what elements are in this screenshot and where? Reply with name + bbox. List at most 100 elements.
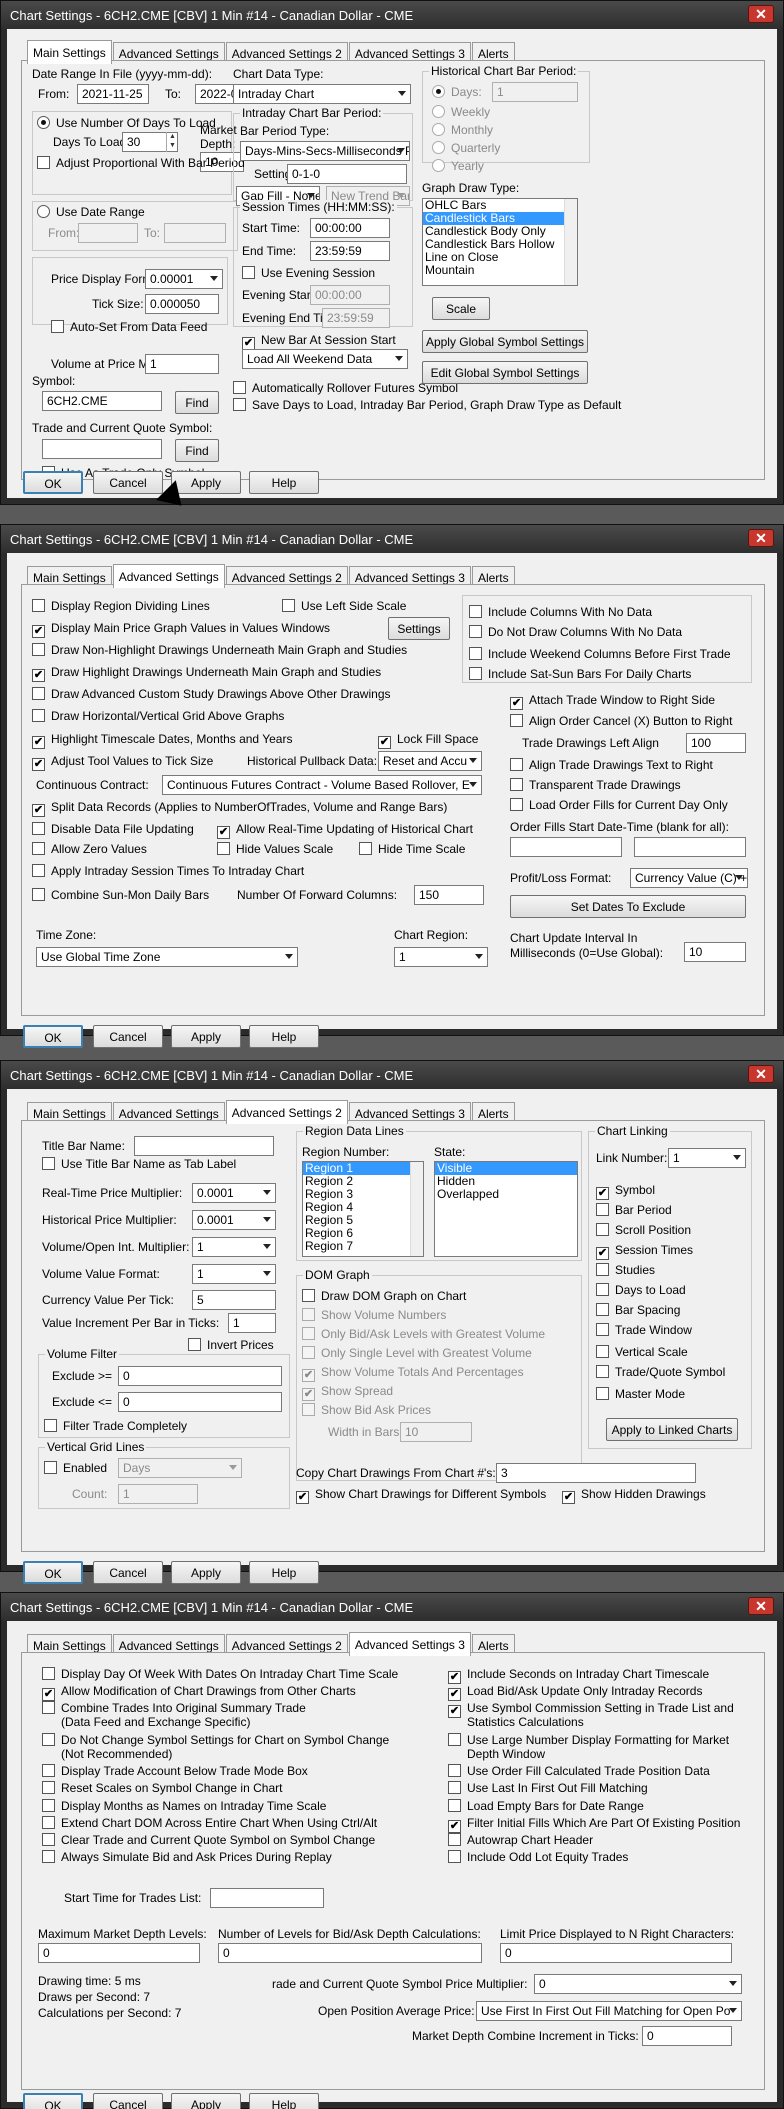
hist-monthly-radio[interactable]: Monthly xyxy=(432,123,493,137)
width-in-bars-input[interactable]: 10 xyxy=(400,1422,472,1442)
adv3-check-autowrap-header[interactable]: Autowrap Chart Header xyxy=(448,1833,593,1847)
allow-zero-checkbox[interactable]: Allow Zero Values xyxy=(32,842,147,856)
vgrid-unit-select[interactable]: Days xyxy=(118,1458,242,1478)
trade-left-align-input[interactable]: 100 xyxy=(686,733,746,753)
link-days-to-load-checkbox[interactable]: Days to Load xyxy=(596,1283,686,1297)
disable-updating-checkbox[interactable]: Disable Data File Updating xyxy=(32,822,194,836)
use-days-radio[interactable]: Use Number Of Days To Load xyxy=(37,116,216,130)
title-bar-name-input[interactable] xyxy=(134,1136,274,1156)
ok-button[interactable]: OK xyxy=(23,2093,83,2109)
link-scroll-position-checkbox[interactable]: Scroll Position xyxy=(596,1223,691,1237)
save-days-default-checkbox[interactable]: Save Days to Load, Intraday Bar Period, … xyxy=(233,398,621,412)
adv-check-main-price-values[interactable]: ✔ Display Main Price Graph Values in Valu… xyxy=(32,621,330,638)
adv-check-region-dividing[interactable]: Display Region Dividing Lines xyxy=(32,599,210,613)
apply-linked-charts-button[interactable]: Apply to Linked Charts xyxy=(606,1418,738,1441)
tick-size-input[interactable]: 0.000050 xyxy=(145,294,219,314)
tab-advanced-settings[interactable]: Advanced Settings xyxy=(112,564,225,588)
adv3-check-filter-initial-fills[interactable]: ✔ Filter Initial Fills Which Are Part Of … xyxy=(448,1816,740,1833)
graph-draw-type-list[interactable]: OHLC Bars Candlestick Bars Candlestick B… xyxy=(422,198,578,286)
tab-main-settings[interactable]: Main Settings xyxy=(27,40,112,64)
volume-totals-checkbox[interactable]: ✔ Show Volume Totals And Percentages xyxy=(302,1365,524,1382)
new-bar-session-checkbox[interactable]: ✔ New Bar At Session Start xyxy=(242,333,396,350)
show-bid-ask-checkbox[interactable]: Show Bid Ask Prices xyxy=(302,1403,431,1417)
volume-format-select[interactable]: 1 xyxy=(192,1264,276,1284)
help-button[interactable]: Help xyxy=(249,471,319,494)
adv-check-highlight[interactable]: ✔ Draw Highlight Drawings Underneath Main… xyxy=(32,665,381,682)
adv3-check-day-of-week[interactable]: Display Day Of Week With Dates On Intrad… xyxy=(42,1667,398,1681)
chart-region-select[interactable]: 1 xyxy=(394,947,488,967)
setting-input[interactable]: 0-1-0 xyxy=(287,164,407,184)
adv3-check-months-names[interactable]: Display Months as Names on Intraday Time… xyxy=(42,1799,326,1813)
exclude-le-input[interactable]: 0 xyxy=(118,1392,282,1412)
adv-check-non-highlight[interactable]: Draw Non-Highlight Drawings Underneath M… xyxy=(32,643,407,657)
adv3-check-extend-dom[interactable]: Extend Chart DOM Across Entire Chart Whe… xyxy=(42,1816,377,1830)
apply-button[interactable]: Apply xyxy=(171,1561,241,1584)
realtime-mult-select[interactable]: 0.0001 xyxy=(192,1183,276,1203)
close-button[interactable]: ✕ xyxy=(748,1597,774,1615)
align-cancel-checkbox[interactable]: Align Order Cancel (X) Button to Right xyxy=(510,714,732,728)
adv3-check-allow-modification[interactable]: ✔ Allow Modification of Chart Drawings fr… xyxy=(42,1684,356,1701)
do-not-draw-no-data-checkbox[interactable]: Do Not Draw Columns With No Data xyxy=(469,625,682,639)
link-trade-quote-checkbox[interactable]: Trade/Quote Symbol xyxy=(596,1365,725,1379)
adv3-check-empty-bars[interactable]: Load Empty Bars for Date Range xyxy=(448,1799,644,1813)
adv3-check-clear-trade-quote[interactable]: Clear Trade and Current Quote Symbol on … xyxy=(42,1833,375,1847)
link-number-select[interactable]: 1 xyxy=(668,1148,746,1168)
pl-format-select[interactable]: Currency Value (C) + xyxy=(630,868,748,888)
greatest-volume-levels-checkbox[interactable]: Only Bid/Ask Levels with Greatest Volume xyxy=(302,1327,545,1341)
link-bar-period-checkbox[interactable]: Bar Period xyxy=(596,1203,672,1217)
find-trade-symbol-button[interactable]: Find xyxy=(175,439,219,462)
state-item[interactable]: Overlapped xyxy=(435,1188,577,1201)
adv3-check-reset-scales[interactable]: Reset Scales on Symbol Change in Chart xyxy=(42,1781,282,1795)
load-fills-current-day-checkbox[interactable]: Load Order Fills for Current Day Only xyxy=(510,798,728,812)
title-bar[interactable]: Chart Settings - 6CH2.CME [CBV] 1 Min #1… xyxy=(1,1,783,29)
adv3-check-include-seconds[interactable]: ✔ Include Seconds on Intraday Chart Times… xyxy=(448,1667,709,1684)
trade-quote-input[interactable] xyxy=(42,439,162,459)
ok-button[interactable]: OK xyxy=(23,1561,83,1584)
tab-advanced-settings-3[interactable]: Advanced Settings 3 xyxy=(348,1632,471,1656)
cancel-button[interactable]: Cancel xyxy=(93,1025,163,1048)
combine-sun-mon-checkbox[interactable]: Combine Sun-Mon Daily Bars xyxy=(32,888,209,902)
split-data-checkbox[interactable]: ✔ Split Data Records (Applies to NumberOf… xyxy=(32,800,447,817)
limit-price-input[interactable]: 0 xyxy=(500,1943,732,1963)
draw-dom-graph-checkbox[interactable]: Draw DOM Graph on Chart xyxy=(302,1289,466,1303)
bar-period-type-select[interactable]: Days-Mins-Secs-Milliseconds Per Bar xyxy=(240,141,410,161)
adv3-check-lifo[interactable]: Use Last In First Out Fill Matching xyxy=(448,1781,648,1795)
transparent-drawings-checkbox[interactable]: Transparent Trade Drawings xyxy=(510,778,681,792)
hist-pullback-select[interactable]: Reset and Accu xyxy=(378,751,482,771)
link-bar-spacing-checkbox[interactable]: Bar Spacing xyxy=(596,1303,680,1317)
link-trade-window-checkbox[interactable]: Trade Window xyxy=(596,1323,692,1337)
region-state-list[interactable]: Visible Hidden Overlapped xyxy=(434,1161,578,1257)
hide-values-scale-checkbox[interactable]: Hide Values Scale xyxy=(217,842,333,856)
cancel-button[interactable]: Cancel xyxy=(93,2093,163,2109)
adv-check-adjust-tool[interactable]: ✔ Adjust Tool Values to Tick Size xyxy=(32,754,213,771)
lock-fill-space-checkbox[interactable]: ✔ Lock Fill Space xyxy=(378,732,478,749)
currency-per-tick-input[interactable]: 5 xyxy=(192,1290,276,1310)
hide-time-scale-checkbox[interactable]: Hide Time Scale xyxy=(359,842,465,856)
value-increment-input[interactable]: 1 xyxy=(228,1313,276,1333)
vgrid-count-input[interactable]: 1 xyxy=(118,1484,198,1504)
apply-button[interactable]: Apply xyxy=(171,1025,241,1048)
show-volume-numbers-checkbox[interactable]: Show Volume Numbers xyxy=(302,1308,446,1322)
hist-yearly-radio[interactable]: Yearly xyxy=(432,159,484,173)
region-item[interactable]: Region 7 xyxy=(303,1240,423,1253)
cancel-button[interactable]: Cancel xyxy=(93,471,163,494)
graph-draw-type-item[interactable]: Mountain xyxy=(423,264,577,277)
adv3-check-simulate-bid-ask[interactable]: Always Simulate Bid and Ask Prices Durin… xyxy=(42,1850,332,1864)
apply-button[interactable]: Apply xyxy=(171,2093,241,2109)
ok-button[interactable]: OK xyxy=(23,1025,83,1048)
close-button[interactable]: ✕ xyxy=(748,529,774,547)
list-scrollbar[interactable] xyxy=(564,199,577,285)
invert-prices-checkbox[interactable]: Invert Prices xyxy=(188,1338,274,1352)
copy-drawings-input[interactable]: 3 xyxy=(496,1463,696,1483)
evening-end-input[interactable]: 23:59:59 xyxy=(322,308,390,328)
help-button[interactable]: Help xyxy=(249,1561,319,1584)
max-depth-input[interactable]: 0 xyxy=(38,1943,200,1963)
apply-intraday-session-checkbox[interactable]: Apply Intraday Session Times To Intraday… xyxy=(32,864,304,878)
allow-realtime-checkbox[interactable]: ✔ Allow Real-Time Updating of Historical … xyxy=(217,822,473,839)
set-dates-exclude-button[interactable]: Set Dates To Exclude xyxy=(510,895,746,918)
volume-mult-select[interactable]: 1 xyxy=(192,1237,276,1257)
dr-to-input[interactable] xyxy=(164,223,226,243)
cancel-button[interactable]: Cancel xyxy=(93,1561,163,1584)
adv3-check-order-fill-position[interactable]: Use Order Fill Calculated Trade Position… xyxy=(448,1764,710,1778)
use-evening-checkbox[interactable]: Use Evening Session xyxy=(242,266,375,280)
